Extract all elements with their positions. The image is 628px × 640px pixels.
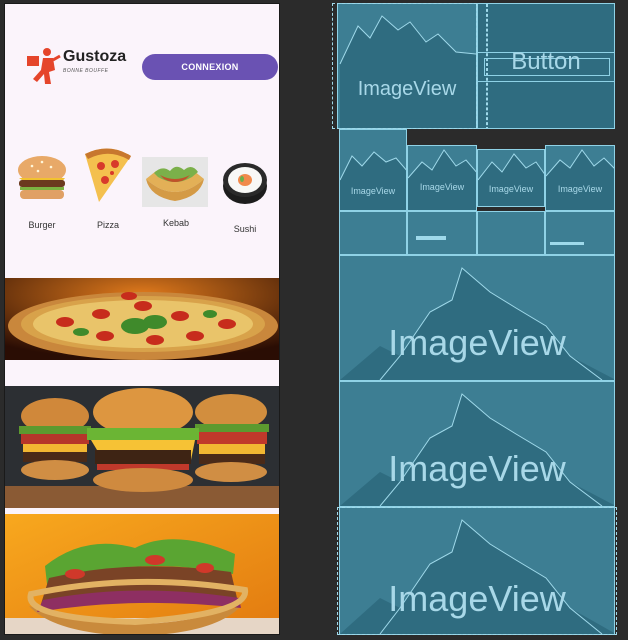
image-placeholder-icon <box>546 149 614 210</box>
blueprint-banner-imageview[interactable]: ImageView <box>339 255 615 381</box>
burger-banner-image <box>5 386 279 508</box>
blueprint-category-textview[interactable] <box>407 211 477 255</box>
blueprint-category-textview[interactable] <box>477 211 545 255</box>
sushi-icon <box>223 163 267 204</box>
imageview-label: ImageView <box>419 182 465 192</box>
imageview-label: ImageView <box>388 448 566 489</box>
category-label: Kebab <box>162 218 190 228</box>
imageview-label: ImageView <box>388 322 566 363</box>
connexion-button[interactable]: CONNEXION <box>142 54 278 80</box>
kebab-icon <box>142 157 208 207</box>
phone-preview: Gustoza BONNE BOUFFE CONNEXION Burger Pi… <box>4 3 280 635</box>
imageview-label: ImageView <box>557 184 603 194</box>
brand-name: Gustoza <box>63 48 127 65</box>
blueprint-guide <box>337 507 617 635</box>
blueprint-banner-imageview[interactable]: ImageView <box>339 381 615 507</box>
burger-icon <box>18 156 66 199</box>
gustoza-logo: Gustoza BONNE BOUFFE <box>25 44 135 90</box>
blueprint-button-area[interactable]: Button <box>477 3 615 129</box>
blueprint-view: ImageView Button ImageView ImageView Ima… <box>332 3 617 635</box>
burger-banner[interactable] <box>5 386 279 508</box>
image-placeholder-icon <box>340 151 406 210</box>
brand-tagline: BONNE BOUFFE <box>63 68 109 74</box>
category-burger[interactable]: Burger <box>11 150 73 230</box>
category-pizza[interactable]: Pizza <box>77 144 139 230</box>
button-label: Button <box>511 48 581 75</box>
category-sushi[interactable]: Sushi <box>215 156 275 234</box>
blueprint-category-textview[interactable] <box>545 211 615 255</box>
imageview-label: ImageView <box>488 184 534 194</box>
blueprint-category-imageview[interactable]: ImageView <box>407 145 477 211</box>
image-placeholder-icon <box>478 153 544 206</box>
pizza-banner-image <box>5 278 279 360</box>
blueprint-category-imageview[interactable]: ImageView <box>339 129 407 211</box>
kebab-banner-image <box>5 514 279 634</box>
category-label: Burger <box>28 220 56 230</box>
blueprint-guide <box>332 3 477 129</box>
pizza-banner[interactable] <box>5 278 279 360</box>
blueprint-category-textview[interactable] <box>339 211 407 255</box>
delivery-runner-icon <box>27 48 61 84</box>
imageview-label: ImageView <box>350 186 396 196</box>
category-label: Pizza <box>96 220 119 230</box>
pizza-icon <box>85 148 131 202</box>
category-label: Sushi <box>233 224 257 234</box>
category-kebab[interactable]: Kebab <box>142 157 210 231</box>
blueprint-category-imageview[interactable]: ImageView <box>545 145 615 211</box>
image-placeholder-icon <box>408 149 476 210</box>
kebab-banner[interactable] <box>5 514 279 634</box>
blueprint-category-imageview[interactable]: ImageView <box>477 149 545 207</box>
